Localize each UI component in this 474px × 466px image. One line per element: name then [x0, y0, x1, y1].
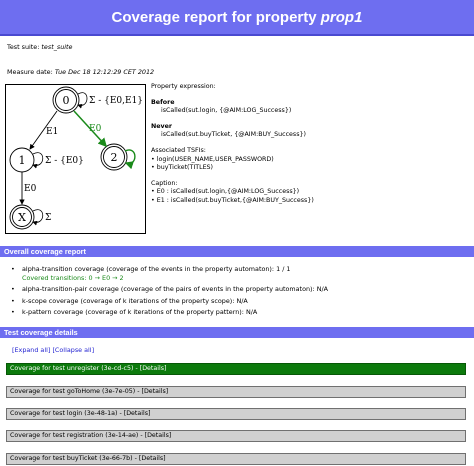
date-label: Measure date: [7, 68, 53, 76]
test-coverage-bar[interactable]: Coverage for test login (3e-48-1a) - [De… [6, 408, 466, 420]
test-suite-line: Test suite: test_suite [7, 43, 72, 51]
state-1: 1 [9, 147, 35, 173]
edge-0-2-label: E0 [89, 124, 102, 134]
loop-0-label: Σ - {E0,E1} [89, 96, 143, 106]
automaton-svg: 0 Σ - {E0,E1} 1 Σ - {E0} 2 X Σ E1 E0 E0 [9, 86, 143, 230]
caption-item: • E1 : isCalled(sut.buyTicket,{@AIM:BUY_… [151, 196, 314, 204]
expand-all-link[interactable]: [Expand all] [12, 346, 50, 354]
state-0: 0 [52, 86, 80, 114]
loop-1-label: Σ - {E0} [45, 156, 84, 166]
test-coverage-bar[interactable]: Coverage for test unregister (3e-cd-c5) … [6, 363, 466, 375]
measure-date-line: Measure date: Tue Dec 18 12:12:29 CET 20… [7, 68, 154, 76]
state-2: 2 [100, 143, 128, 171]
details-section-header: Test coverage details [0, 327, 474, 338]
k-pattern-item: k-pattern coverage (coverage of k iterat… [8, 308, 448, 317]
never-label: Never [151, 122, 173, 130]
covered-transitions: Covered transitions: 0 → E0 → 2 [22, 273, 124, 282]
overall-section-header: Overall coverage report [0, 246, 474, 257]
state-0-label: 0 [63, 94, 70, 107]
overall-coverage-list: alpha-transition coverage (coverage of t… [8, 265, 448, 320]
title-property: prop1 [320, 9, 363, 26]
tsfi-item: • login(USER_NAME,USER_PASSWORD) [151, 155, 274, 163]
title-text: Coverage report for property [111, 9, 317, 26]
test-coverage-bar[interactable]: Coverage for test buyTicket (3e-66-7b) -… [6, 453, 466, 465]
edge-1-x-label: E0 [24, 184, 37, 194]
alpha-coverage-item: alpha-transition coverage (coverage of t… [8, 265, 448, 282]
tsfi-item: • buyTicket(TITLES) [151, 164, 214, 172]
property-info: Property expression: Before isCalled(sut… [151, 83, 451, 206]
edge-0-1-label: E1 [46, 127, 58, 137]
test-coverage-bar[interactable]: Coverage for test goToHome (3e-7e-05) - … [6, 386, 466, 398]
before-value: isCalled(sut.login, {@AIM:LOG_Success}) [161, 107, 292, 115]
report-title: Coverage report for property prop1 [0, 0, 474, 36]
expression-label: Property expression: [151, 83, 216, 90]
loop-x-label: Σ [45, 213, 51, 223]
property-automaton-diagram: 0 Σ - {E0,E1} 1 Σ - {E0} 2 X Σ E1 E0 E0 [5, 84, 146, 234]
expand-collapse-links: [Expand all] [Collapse all] [12, 346, 94, 354]
suite-label: Test suite: [7, 43, 40, 51]
alpha-pair-item: alpha-transition-pair coverage (coverage… [8, 285, 448, 294]
state-x: X [9, 204, 35, 230]
state-x-label: X [18, 211, 26, 224]
never-value: isCalled(sut.buyTicket, {@AIM:BUY_Succes… [161, 131, 306, 139]
suite-value: test_suite [41, 43, 73, 51]
alpha-coverage-text: alpha-transition coverage (coverage of t… [22, 265, 291, 273]
before-label: Before [151, 98, 175, 106]
k-scope-item: k-scope coverage (coverage of k iteratio… [8, 297, 448, 306]
state-2-label: 2 [111, 151, 118, 164]
collapse-all-link[interactable]: [Collapse all] [52, 346, 94, 354]
state-1-label: 1 [19, 154, 26, 167]
loop-1 [32, 152, 44, 169]
date-value: Tue Dec 18 12:12:29 CET 2012 [54, 68, 155, 76]
tsfi-label: Associated TSFIs: [151, 146, 206, 154]
test-coverage-bar[interactable]: Coverage for test registration (3e-14-ae… [6, 430, 466, 442]
caption-item: • E0 : isCalled(sut.login,{@AIM:LOG_Succ… [151, 188, 300, 196]
loop-x [32, 209, 44, 226]
